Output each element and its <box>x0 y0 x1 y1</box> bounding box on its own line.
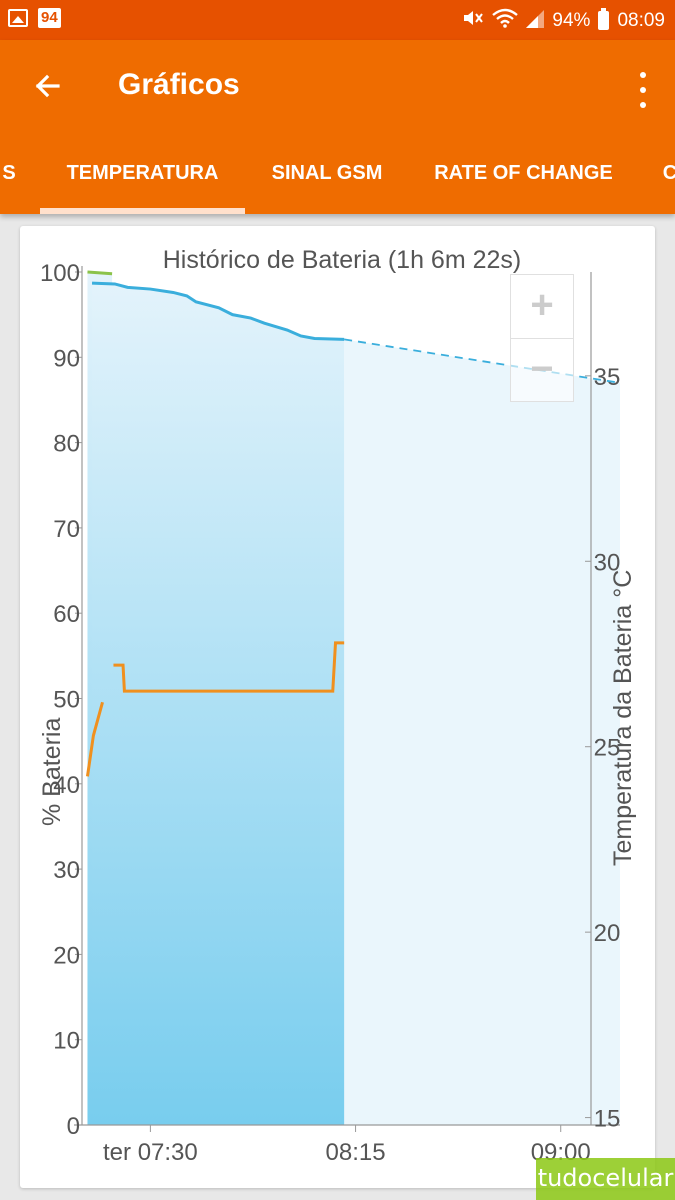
notification-badge: 94 <box>38 8 61 28</box>
y2-tick-label: 15 <box>594 1106 621 1133</box>
y-tick-label: 90 <box>53 345 80 372</box>
y2-tick-label: 35 <box>594 364 621 391</box>
x-tick-label: 08:15 <box>326 1139 386 1166</box>
y-tick-label: 50 <box>53 687 80 714</box>
status-bar: 94 94% 08:09 <box>0 0 675 40</box>
chart-title: Histórico de Bateria (1h 6m 22s) <box>163 246 521 274</box>
image-icon <box>8 9 28 27</box>
app-bar: Gráficos S TEMPERATURA SINAL GSM RATE OF… <box>0 40 675 214</box>
projection-area <box>344 339 620 1126</box>
tab-bar: S TEMPERATURA SINAL GSM RATE OF CHANGE C <box>0 158 675 214</box>
battery-percent: 94% <box>552 9 591 31</box>
page-title: Gráficos <box>118 68 240 101</box>
tab-rate-of-change[interactable]: RATE OF CHANGE <box>426 158 621 214</box>
zoom-in-button[interactable]: + <box>511 275 573 338</box>
y-axis-label: % Bateria <box>38 718 66 826</box>
charging-line <box>87 270 113 276</box>
y-tick-label: 20 <box>53 942 80 969</box>
zoom-out-button[interactable]: − <box>511 338 573 401</box>
tab-sinal-gsm[interactable]: SINAL GSM <box>262 158 392 214</box>
mute-icon <box>462 8 484 33</box>
tab-next[interactable]: C <box>660 158 675 214</box>
tab-temperatura[interactable]: TEMPERATURA <box>40 158 245 214</box>
more-options-icon[interactable] <box>633 70 653 110</box>
y2-tick-label: 20 <box>594 920 621 947</box>
y-tick-label: 80 <box>53 431 80 458</box>
tab-previous[interactable]: S <box>0 158 18 214</box>
y-tick-label: 100 <box>40 260 80 287</box>
zoom-controls: + − <box>510 274 574 402</box>
battery-area <box>92 283 345 1125</box>
watermark-logo: tudocelular <box>536 1158 675 1200</box>
y-tick-label: 30 <box>53 857 80 884</box>
wifi-icon <box>492 8 519 33</box>
x-tick-label: ter 07:30 <box>103 1139 198 1166</box>
chart-card: 0 10 20 30 40 50 60 70 80 90 100 15 20 25 30 35 ter 07:3… <box>20 226 655 1188</box>
signal-icon <box>526 8 545 33</box>
y-tick-label: 70 <box>53 516 80 543</box>
y-tick-label: 10 <box>53 1028 80 1055</box>
y-tick-label: 0 <box>67 1113 80 1140</box>
clock: 08:09 <box>617 9 665 31</box>
back-arrow-icon[interactable] <box>28 66 68 106</box>
battery-icon <box>598 8 610 30</box>
y-tick-label: 60 <box>53 601 80 628</box>
y2-axis-label: Temperatura da Bateria °C <box>609 570 637 866</box>
